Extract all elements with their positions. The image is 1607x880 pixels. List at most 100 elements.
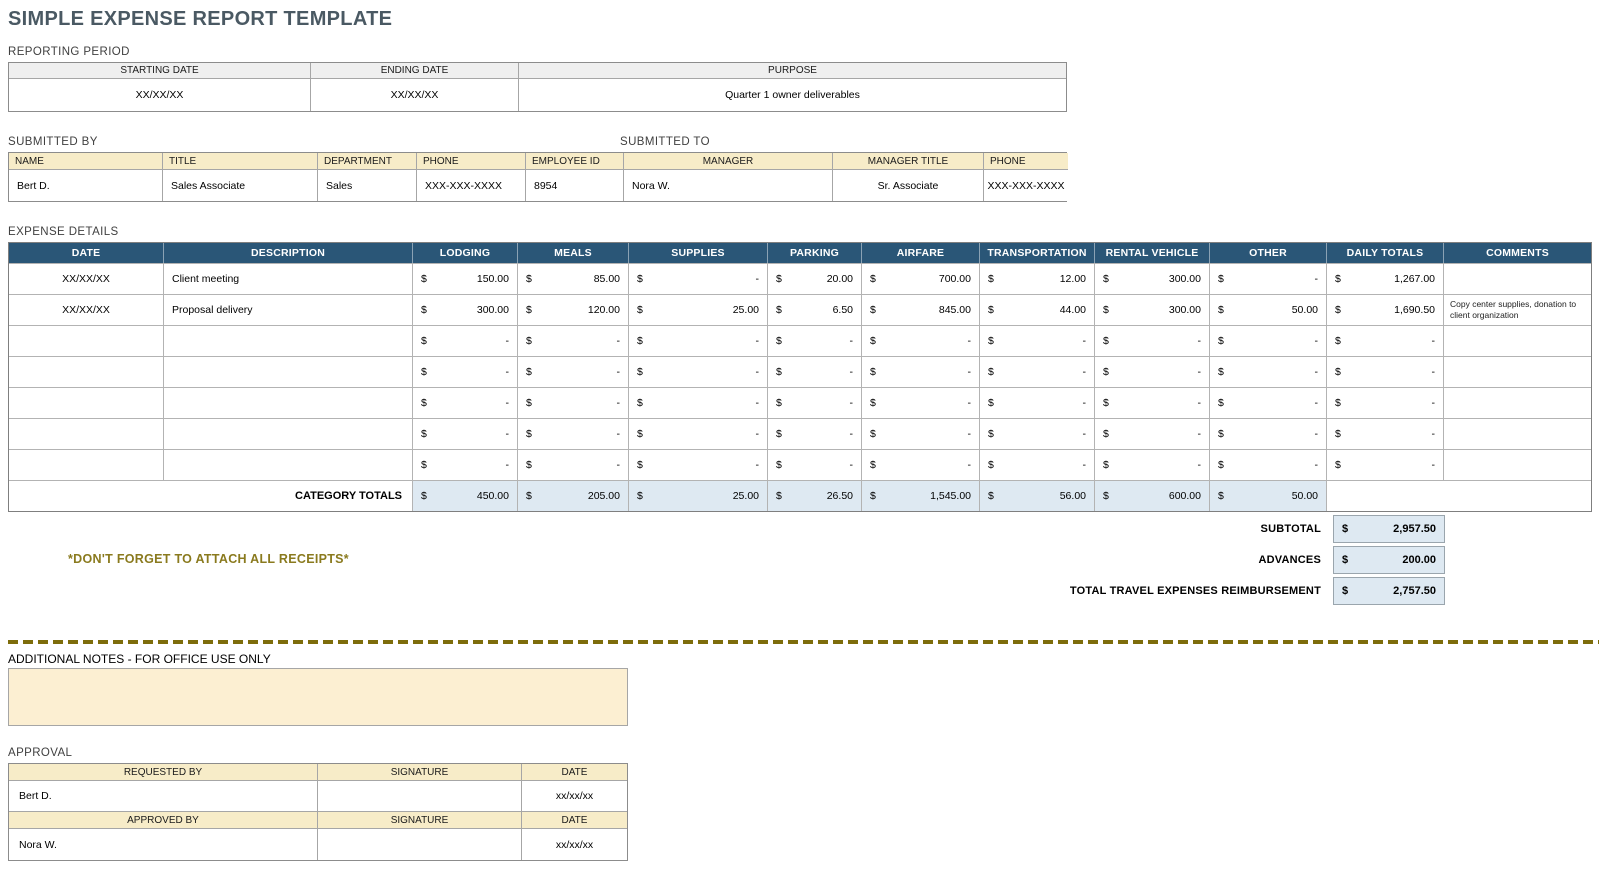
expense-meals-cell[interactable]: $- [518, 418, 629, 449]
expense-other-cell[interactable]: $50.00 [1210, 294, 1327, 325]
expense-lodging-cell[interactable]: $- [413, 356, 518, 387]
expense-rental-cell[interactable]: $- [1095, 418, 1210, 449]
expense-rental-cell[interactable]: $- [1095, 356, 1210, 387]
expense-daily-total-cell[interactable]: $- [1327, 356, 1444, 387]
expense-daily-total-cell[interactable]: $- [1327, 325, 1444, 356]
department-cell[interactable]: Sales [318, 170, 417, 201]
expense-daily-total-cell[interactable]: $- [1327, 449, 1444, 480]
purpose-cell[interactable]: Quarter 1 owner deliverables [519, 79, 1066, 111]
expense-other-cell[interactable]: $- [1210, 263, 1327, 294]
starting-date-cell[interactable]: XX/XX/XX [9, 79, 311, 111]
expense-supplies-cell[interactable]: $- [629, 387, 768, 418]
expense-parking-cell[interactable]: $- [768, 449, 862, 480]
expense-parking-cell[interactable]: $- [768, 356, 862, 387]
expense-date-cell[interactable]: XX/XX/XX [9, 294, 164, 325]
expense-meals-cell[interactable]: $- [518, 325, 629, 356]
expense-daily-total-cell[interactable]: $1,267.00 [1327, 263, 1444, 294]
expense-date-cell[interactable]: XX/XX/XX [9, 263, 164, 294]
expense-meals-cell[interactable]: $120.00 [518, 294, 629, 325]
expense-description-cell[interactable] [164, 387, 413, 418]
expense-transportation-cell[interactable]: $44.00 [980, 294, 1095, 325]
ending-date-cell[interactable]: XX/XX/XX [311, 79, 519, 111]
expense-airfare-cell[interactable]: $700.00 [862, 263, 980, 294]
expense-comments-cell[interactable] [1444, 387, 1591, 418]
expense-airfare-cell[interactable]: $- [862, 418, 980, 449]
requested-by-name-cell[interactable]: Bert D. [9, 781, 318, 812]
expense-daily-total-cell[interactable]: $- [1327, 387, 1444, 418]
expense-supplies-cell[interactable]: $25.00 [629, 294, 768, 325]
expense-parking-cell[interactable]: $- [768, 387, 862, 418]
expense-description-cell[interactable]: Proposal delivery [164, 294, 413, 325]
expense-other-cell[interactable]: $- [1210, 356, 1327, 387]
expense-rental-cell[interactable]: $- [1095, 325, 1210, 356]
expense-supplies-cell[interactable]: $- [629, 449, 768, 480]
expense-date-cell[interactable] [9, 325, 164, 356]
expense-comments-cell[interactable]: Copy center supplies, donation to client… [1444, 294, 1591, 325]
expense-comments-cell[interactable] [1444, 356, 1591, 387]
expense-transportation-cell[interactable]: $12.00 [980, 263, 1095, 294]
expense-description-cell[interactable] [164, 325, 413, 356]
manager-title-cell[interactable]: Sr. Associate [833, 170, 984, 201]
expense-supplies-cell[interactable]: $- [629, 418, 768, 449]
expense-supplies-cell[interactable]: $- [629, 263, 768, 294]
expense-transportation-cell[interactable]: $- [980, 325, 1095, 356]
expense-meals-cell[interactable]: $- [518, 387, 629, 418]
approved-by-signature-cell[interactable] [318, 829, 522, 860]
expense-supplies-cell[interactable]: $- [629, 325, 768, 356]
expense-supplies-cell[interactable]: $- [629, 356, 768, 387]
expense-description-cell[interactable]: Client meeting [164, 263, 413, 294]
expense-lodging-cell[interactable]: $- [413, 418, 518, 449]
expense-transportation-cell[interactable]: $- [980, 356, 1095, 387]
expense-comments-cell[interactable] [1444, 449, 1591, 480]
expense-comments-cell[interactable] [1444, 263, 1591, 294]
expense-description-cell[interactable] [164, 418, 413, 449]
approved-by-date-cell[interactable]: xx/xx/xx [522, 829, 627, 860]
expense-other-cell[interactable]: $- [1210, 418, 1327, 449]
name-cell[interactable]: Bert D. [9, 170, 163, 201]
expense-description-cell[interactable] [164, 356, 413, 387]
expense-airfare-cell[interactable]: $- [862, 325, 980, 356]
expense-airfare-cell[interactable]: $- [862, 449, 980, 480]
expense-meals-cell[interactable]: $- [518, 356, 629, 387]
expense-lodging-cell[interactable]: $- [413, 325, 518, 356]
expense-transportation-cell[interactable]: $- [980, 449, 1095, 480]
expense-date-cell[interactable] [9, 387, 164, 418]
expense-transportation-cell[interactable]: $- [980, 387, 1095, 418]
expense-airfare-cell[interactable]: $845.00 [862, 294, 980, 325]
expense-rental-cell[interactable]: $300.00 [1095, 263, 1210, 294]
expense-date-cell[interactable] [9, 356, 164, 387]
expense-daily-total-cell[interactable]: $- [1327, 418, 1444, 449]
requested-by-date-cell[interactable]: xx/xx/xx [522, 781, 627, 812]
expense-other-cell[interactable]: $- [1210, 387, 1327, 418]
expense-airfare-cell[interactable]: $- [862, 387, 980, 418]
expense-lodging-cell[interactable]: $300.00 [413, 294, 518, 325]
expense-rental-cell[interactable]: $- [1095, 387, 1210, 418]
expense-other-cell[interactable]: $- [1210, 325, 1327, 356]
expense-parking-cell[interactable]: $- [768, 418, 862, 449]
expense-transportation-cell[interactable]: $- [980, 418, 1095, 449]
phone-cell[interactable]: XXX-XXX-XXXX [417, 170, 526, 201]
expense-date-cell[interactable] [9, 449, 164, 480]
expense-lodging-cell[interactable]: $- [413, 387, 518, 418]
expense-parking-cell[interactable]: $- [768, 325, 862, 356]
expense-comments-cell[interactable] [1444, 325, 1591, 356]
manager-phone-cell[interactable]: XXX-XXX-XXXX [984, 170, 1068, 201]
additional-notes-box[interactable] [8, 668, 628, 726]
expense-date-cell[interactable] [9, 418, 164, 449]
expense-comments-cell[interactable] [1444, 418, 1591, 449]
expense-lodging-cell[interactable]: $- [413, 449, 518, 480]
expense-meals-cell[interactable]: $85.00 [518, 263, 629, 294]
expense-description-cell[interactable] [164, 449, 413, 480]
requested-by-signature-cell[interactable] [318, 781, 522, 812]
expense-parking-cell[interactable]: $20.00 [768, 263, 862, 294]
title-cell[interactable]: Sales Associate [163, 170, 318, 201]
expense-meals-cell[interactable]: $- [518, 449, 629, 480]
employee-id-cell[interactable]: 8954 [526, 170, 624, 201]
expense-airfare-cell[interactable]: $- [862, 356, 980, 387]
expense-rental-cell[interactable]: $300.00 [1095, 294, 1210, 325]
advances-amount-cell[interactable]: $200.00 [1333, 546, 1445, 574]
expense-lodging-cell[interactable]: $150.00 [413, 263, 518, 294]
expense-parking-cell[interactable]: $6.50 [768, 294, 862, 325]
expense-other-cell[interactable]: $- [1210, 449, 1327, 480]
expense-rental-cell[interactable]: $- [1095, 449, 1210, 480]
